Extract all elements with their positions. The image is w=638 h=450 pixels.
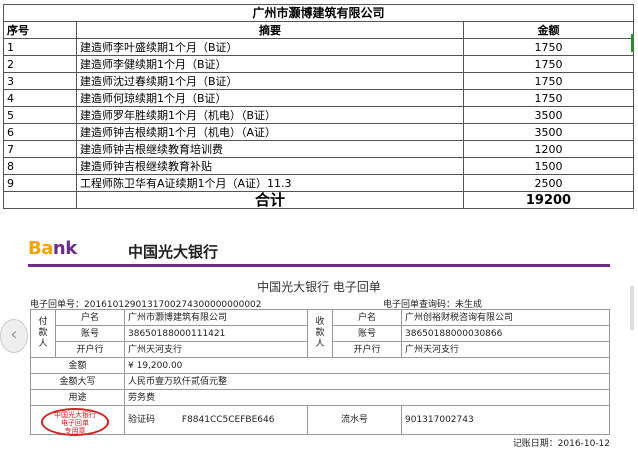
serial-label: 流水号	[307, 405, 402, 435]
usage-label: 用途	[30, 389, 125, 406]
serial-value: 901317002743	[401, 405, 610, 435]
header-desc: 摘要	[76, 21, 464, 39]
total-amount: 19200	[463, 191, 634, 209]
posting-date: 记账日期：2016-10-12	[512, 439, 610, 449]
table-row: 5 建造师罗年胜续期1个月（机电）（B证） 3500	[3, 106, 634, 124]
row-amount: 1750	[463, 55, 634, 73]
header-row: 序号 摘要 金额	[3, 21, 634, 39]
payer-name-label: 户名	[55, 309, 125, 326]
amount-words-row: 金额大写 人民币壹万玖仟贰佰元整	[30, 373, 610, 390]
receipt-table: 付款人 户名 广州市灏博建筑有限公司 收款人 户名 广州创裕财税咨询有限公司 账…	[30, 309, 610, 436]
row-no: 7	[3, 140, 77, 158]
payee-name-label: 户名	[332, 309, 402, 326]
header-amount: 金额	[463, 21, 634, 39]
row-amount: 1750	[463, 38, 634, 56]
party-name-row: 付款人 户名 广州市灏博建筑有限公司 收款人 户名 广州创裕财税咨询有限公司	[30, 309, 610, 358]
total-row: 合计 19200	[3, 191, 634, 209]
row-amount: 3500	[463, 123, 634, 141]
bank-header: Bank 中国光大银行	[0, 236, 638, 264]
table-row: 2 建造师李健续期1个月（B证） 1750	[3, 55, 634, 73]
usage-row: 用途 劳务费	[30, 389, 610, 406]
row-no: 9	[3, 174, 77, 192]
header-no: 序号	[3, 21, 77, 39]
payer-bank: 广州天河支行	[124, 341, 308, 358]
verify-row: 中国光大银行 电子回单 专用章 验证码 F8841CC5CEFBE646 流水号 9…	[30, 405, 610, 436]
payer-side-label: 付款人	[30, 309, 56, 358]
stamp-cell: 中国光大银行 电子回单 专用章	[30, 405, 125, 436]
row-desc: 建造师钟吉根继续教育培训费	[76, 140, 464, 158]
row-no: 6	[3, 123, 77, 141]
chevron-left-icon[interactable]: ‹	[0, 319, 28, 353]
cell-selection-marker	[631, 34, 634, 52]
row-desc: 建造师罗年胜续期1个月（机电）（B证）	[76, 106, 464, 124]
row-desc: 工程师陈卫华有A证续期1个月（A证）11.3	[76, 174, 464, 192]
verify-code: F8841CC5CEFBE646	[181, 415, 275, 425]
amount-row: 金额 ¥ 19,200.00	[30, 357, 610, 374]
verify-label: 验证码	[128, 415, 156, 425]
row-amount: 1200	[463, 140, 634, 158]
row-desc: 建造师沈过春续期1个月（B证）	[76, 72, 464, 90]
total-label: 合计	[76, 191, 464, 209]
total-empty	[3, 191, 77, 209]
company-row: 广州市灏博建筑有限公司	[3, 4, 634, 22]
bank-logo: Bank	[28, 238, 77, 259]
row-amount: 3500	[463, 106, 634, 124]
row-desc: 建造师钟吉根续期1个月（机电）（A证）	[76, 123, 464, 141]
ledger-body: 1 建造师李叶盛续期1个月（B证） 1750 2 建造师李健续期1个月（B证） 1750 3…	[3, 38, 634, 192]
row-amount: 1750	[463, 72, 634, 90]
verify-cell: 验证码 F8841CC5CEFBE646	[124, 405, 308, 435]
row-desc: 建造师何琼续期1个月（B证）	[76, 89, 464, 107]
table-row: 6 建造师钟吉根续期1个月（机电）（A证） 3500	[3, 123, 634, 141]
logo-part-2: nk	[52, 238, 77, 259]
table-row: 9 工程师陈卫华有A证续期1个月（A证）11.3 2500	[3, 174, 634, 192]
row-no: 5	[3, 106, 77, 124]
expense-table: 广州市灏博建筑有限公司 序号 摘要 金额 1 建造师李叶盛续期1个月（B证） 175…	[3, 4, 634, 209]
payer-acct-label: 账号	[55, 325, 125, 342]
row-desc: 建造师李叶盛续期1个月（B证）	[76, 38, 464, 56]
row-amount: 1750	[463, 89, 634, 107]
amount-words-value: 人民币壹万玖仟贰佰元整	[124, 373, 610, 390]
payee-acct: 38650188000030866	[401, 325, 610, 342]
table-row: 8 建造师钟吉根继续教育补贴 1500	[3, 157, 634, 175]
amount-value: ¥ 19,200.00	[124, 357, 610, 374]
row-desc: 建造师李健续期1个月（B证）	[76, 55, 464, 73]
row-no: 4	[3, 89, 77, 107]
bank-name: 中国光大银行	[128, 243, 219, 261]
payee-bank: 广州天河支行	[401, 341, 610, 358]
logo-part-1: Ba	[28, 238, 53, 259]
brand-divider	[28, 264, 610, 267]
amount-label: 金额	[30, 357, 125, 374]
payee-side-label: 收款人	[307, 309, 333, 358]
payee-bank-label: 开户行	[332, 341, 402, 358]
row-no: 2	[3, 55, 77, 73]
payer-acct: 38650188000111421	[124, 325, 308, 342]
bank-seal-stamp: 中国光大银行 电子回单 专用章	[41, 408, 109, 436]
usage-value: 劳务费	[124, 389, 610, 406]
payee-name: 广州创裕财税咨询有限公司	[401, 309, 610, 326]
row-no: 1	[3, 38, 77, 56]
payee-acct-label: 账号	[332, 325, 402, 342]
scroll-edge	[630, 286, 634, 330]
table-row: 4 建造师何琼续期1个月（B证） 1750	[3, 89, 634, 107]
table-row: 1 建造师李叶盛续期1个月（B证） 1750	[3, 38, 634, 56]
row-amount: 1500	[463, 157, 634, 175]
payer-name: 广州市灏博建筑有限公司	[124, 309, 308, 326]
row-desc: 建造师钟吉根继续教育补贴	[76, 157, 464, 175]
table-row: 7 建造师钟吉根继续教育培训费 1200	[3, 140, 634, 158]
row-no: 3	[3, 72, 77, 90]
company-name: 广州市灏博建筑有限公司	[3, 4, 634, 22]
receipt-table-wrap: 付款人 户名 广州市灏博建筑有限公司 收款人 户名 广州创裕财税咨询有限公司 账…	[30, 309, 610, 436]
table-row: 3 建造师沈过春续期1个月（B证） 1750	[3, 72, 634, 90]
row-no: 8	[3, 157, 77, 175]
row-amount: 2500	[463, 174, 634, 192]
receipt-title: 中国光大银行 电子回单	[257, 280, 381, 294]
payer-bank-label: 开户行	[55, 341, 125, 358]
amount-words-label: 金额大写	[30, 373, 125, 390]
expense-sheet: 广州市灏博建筑有限公司 序号 摘要 金额 1 建造师李叶盛续期1个月（B证） 175…	[3, 4, 635, 209]
